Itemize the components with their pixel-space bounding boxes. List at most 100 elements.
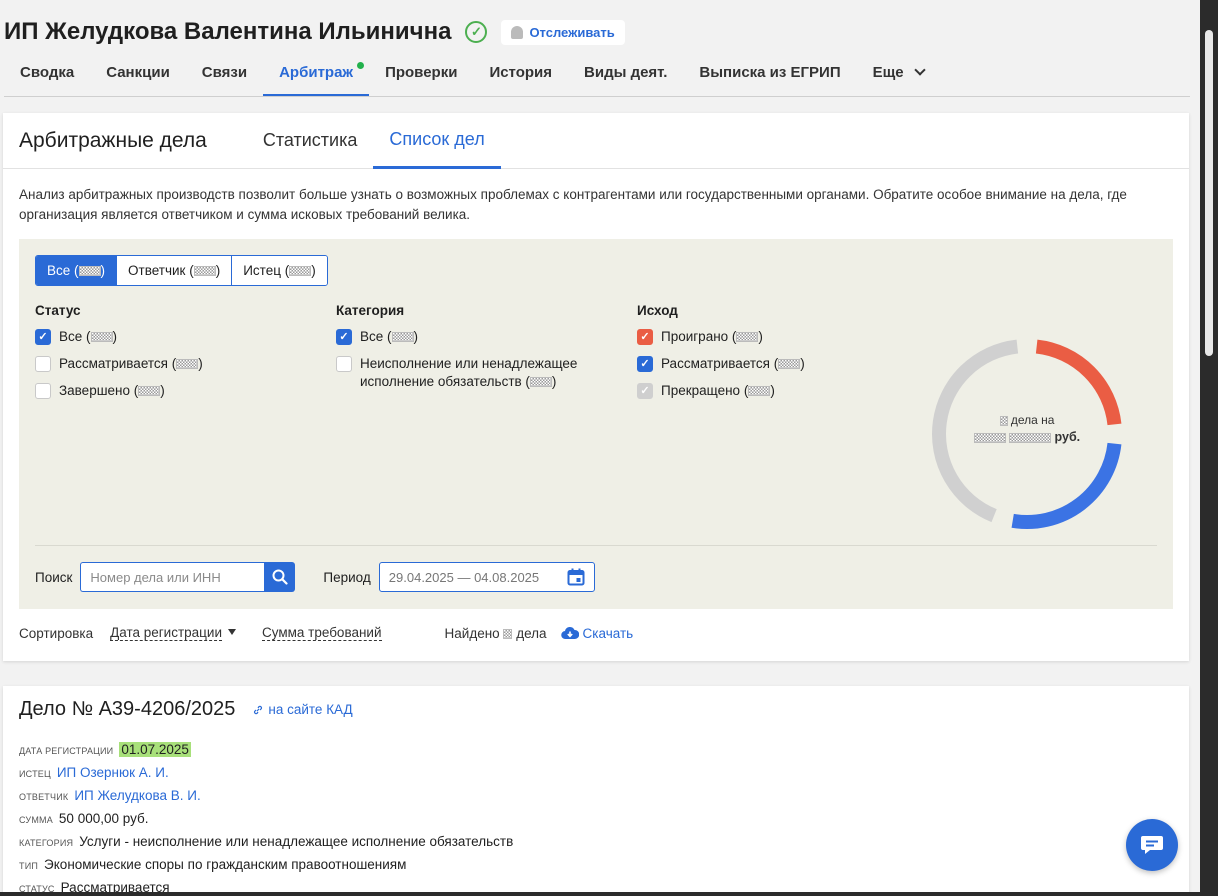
masked-count bbox=[529, 377, 552, 388]
checkbox-icon[interactable] bbox=[35, 356, 51, 372]
masked-count bbox=[78, 266, 101, 277]
download-link[interactable]: Скачать bbox=[560, 626, 633, 641]
sum-value: 50 000,00 руб. bbox=[58, 811, 149, 826]
masked-count bbox=[176, 359, 199, 370]
case-header: Дело № А39-4206/2025 на сайте КАД bbox=[19, 698, 353, 721]
nav-item-summary[interactable]: Сводка bbox=[4, 56, 90, 96]
defendant-link[interactable]: ИП Желудкова В. И. bbox=[74, 788, 200, 803]
masked-count bbox=[138, 386, 161, 397]
category-obligations-option[interactable]: Неисполнение или ненадлежащее исполнение… bbox=[336, 355, 606, 391]
arbitration-card: Арбитражные дела Статистика Список дел А… bbox=[3, 113, 1189, 661]
nav-item-egrip-extract[interactable]: Выписка из ЕГРИП bbox=[683, 56, 856, 96]
masked-count bbox=[778, 359, 801, 370]
case-card: Дело № А39-4206/2025 на сайте КАД Дата р… bbox=[3, 686, 1189, 896]
nav-item-arbitration-label: Арбитраж bbox=[279, 64, 354, 81]
kad-link-label: на сайте КАД bbox=[268, 702, 353, 717]
donut-center-line2: руб. bbox=[922, 430, 1132, 444]
role-plaintiff-label: Истец bbox=[243, 263, 281, 278]
found-suffix: дела bbox=[516, 625, 547, 641]
field-key: Категория bbox=[19, 838, 74, 848]
masked-amount bbox=[973, 432, 1006, 443]
category-all-option[interactable]: ✓ Все () bbox=[336, 328, 606, 346]
status-completed-option[interactable]: Завершено () bbox=[35, 382, 315, 400]
outcome-lost-option[interactable]: ✓ Проиграно () bbox=[637, 328, 907, 346]
calendar-icon[interactable] bbox=[567, 568, 585, 586]
found-count: Найдено дела bbox=[445, 626, 547, 641]
sort-label: Сортировка bbox=[19, 625, 94, 641]
verified-check-icon: ✓ bbox=[465, 21, 488, 43]
role-filter-plaintiff[interactable]: Истец () bbox=[231, 256, 327, 285]
nav-item-inspections[interactable]: Проверки bbox=[369, 56, 473, 96]
field-key: Ответчик bbox=[19, 792, 69, 802]
found-prefix: Найдено bbox=[444, 625, 500, 641]
checkbox-checked-icon[interactable]: ✓ bbox=[637, 383, 653, 399]
nav-item-connections[interactable]: Связи bbox=[186, 56, 263, 96]
status-pending-option[interactable]: Рассматривается () bbox=[35, 355, 315, 373]
type-value: Экономические споры по гражданским право… bbox=[44, 857, 407, 872]
sort-desc-icon[interactable] bbox=[227, 629, 236, 635]
period-value: 29.04.2025 — 04.08.2025 bbox=[388, 569, 540, 585]
outcome-terminated-option[interactable]: ✓ Прекращено () bbox=[637, 382, 907, 400]
window-bottom-edge bbox=[0, 892, 1218, 896]
nav-item-more-label: Еще bbox=[872, 64, 904, 81]
checkbox-checked-icon[interactable]: ✓ bbox=[637, 356, 653, 372]
cloud-download-icon bbox=[560, 626, 579, 640]
follow-button[interactable]: Отслеживать bbox=[501, 19, 625, 45]
nav-item-more[interactable]: Еще bbox=[857, 56, 940, 96]
kad-link[interactable]: на сайте КАД bbox=[253, 702, 353, 717]
sort-by-sum[interactable]: Сумма требований bbox=[261, 625, 382, 641]
nav-item-activities[interactable]: Виды деят. bbox=[568, 56, 683, 96]
plaintiff-link[interactable]: ИП Озернюк А. И. bbox=[57, 765, 169, 780]
search-label: Поиск bbox=[35, 569, 73, 585]
donut-center-line1: дела на bbox=[922, 413, 1132, 427]
masked-amount bbox=[1009, 432, 1052, 443]
chat-button[interactable] bbox=[1126, 819, 1178, 871]
search-icon bbox=[272, 569, 288, 585]
scrollbar-thumb[interactable] bbox=[1205, 30, 1213, 356]
checkbox-checked-icon[interactable]: ✓ bbox=[35, 329, 51, 345]
status-pending-text: Рассматривается () bbox=[59, 356, 203, 371]
checkbox-icon[interactable] bbox=[336, 356, 352, 372]
tab-case-list[interactable]: Список дел bbox=[373, 113, 501, 169]
tab-statistics[interactable]: Статистика bbox=[247, 113, 374, 169]
sort-by-date[interactable]: Дата регистрации bbox=[110, 625, 222, 641]
nav-item-arbitration[interactable]: Арбитраж bbox=[263, 56, 370, 96]
masked-count bbox=[193, 266, 216, 277]
outcome-lost-label: Проиграно bbox=[661, 329, 729, 344]
masked-count bbox=[748, 386, 771, 397]
case-field-plaintiff: Истец ИП Озернюк А. И. bbox=[19, 765, 513, 788]
outcome-pending-text: Рассматривается () bbox=[661, 356, 805, 371]
status-completed-label: Завершено bbox=[59, 383, 131, 398]
category-all-label: Все bbox=[360, 329, 384, 344]
role-filter-all[interactable]: Все () bbox=[36, 256, 117, 285]
search-button[interactable] bbox=[264, 562, 296, 592]
case-title: Дело № А39-4206/2025 bbox=[19, 698, 236, 720]
case-field-type: Тип Экономические споры по гражданским п… bbox=[19, 857, 513, 880]
case-field-reg-date: Дата регистрации 01.07.2025 bbox=[19, 742, 513, 765]
checkbox-icon[interactable] bbox=[35, 383, 51, 399]
checkbox-checked-icon[interactable]: ✓ bbox=[637, 329, 653, 345]
outcome-pending-option[interactable]: ✓ Рассматривается () bbox=[637, 355, 907, 373]
period-label: Период bbox=[323, 569, 371, 585]
role-defendant-label: Ответчик bbox=[128, 263, 186, 278]
checkbox-checked-icon[interactable]: ✓ bbox=[336, 329, 352, 345]
outcome-pending-label: Рассматривается bbox=[661, 356, 770, 371]
donut-line1-text: дела на bbox=[1010, 413, 1055, 427]
role-filter: Все () Ответчик () Истец () bbox=[35, 255, 328, 286]
case-field-defendant: Ответчик ИП Желудкова В. И. bbox=[19, 788, 513, 811]
masked-count bbox=[90, 332, 113, 343]
status-all-label: Все bbox=[59, 329, 83, 344]
search-input[interactable]: Номер дела или ИНН bbox=[80, 562, 265, 592]
masked-count bbox=[999, 415, 1008, 426]
filter-panel: Все () Ответчик () Истец () Статус ✓ Все… bbox=[19, 239, 1173, 609]
status-all-text: Все () bbox=[59, 329, 118, 344]
nav-item-history[interactable]: История bbox=[473, 56, 568, 96]
title-row: ИП Желудкова Валентина Ильинична ✓ Отсле… bbox=[4, 18, 625, 46]
nav-item-sanctions[interactable]: Санкции bbox=[90, 56, 186, 96]
period-input[interactable]: 29.04.2025 — 04.08.2025 bbox=[378, 562, 595, 592]
arbitration-description: Анализ арбитражных производств позволит … bbox=[19, 187, 1127, 222]
status-all-option[interactable]: ✓ Все () bbox=[35, 328, 315, 346]
category-obligations-text: Неисполнение или ненадлежащее исполнение… bbox=[360, 356, 578, 389]
status-filter-title: Статус bbox=[35, 303, 81, 318]
role-filter-defendant[interactable]: Ответчик () bbox=[116, 256, 232, 285]
